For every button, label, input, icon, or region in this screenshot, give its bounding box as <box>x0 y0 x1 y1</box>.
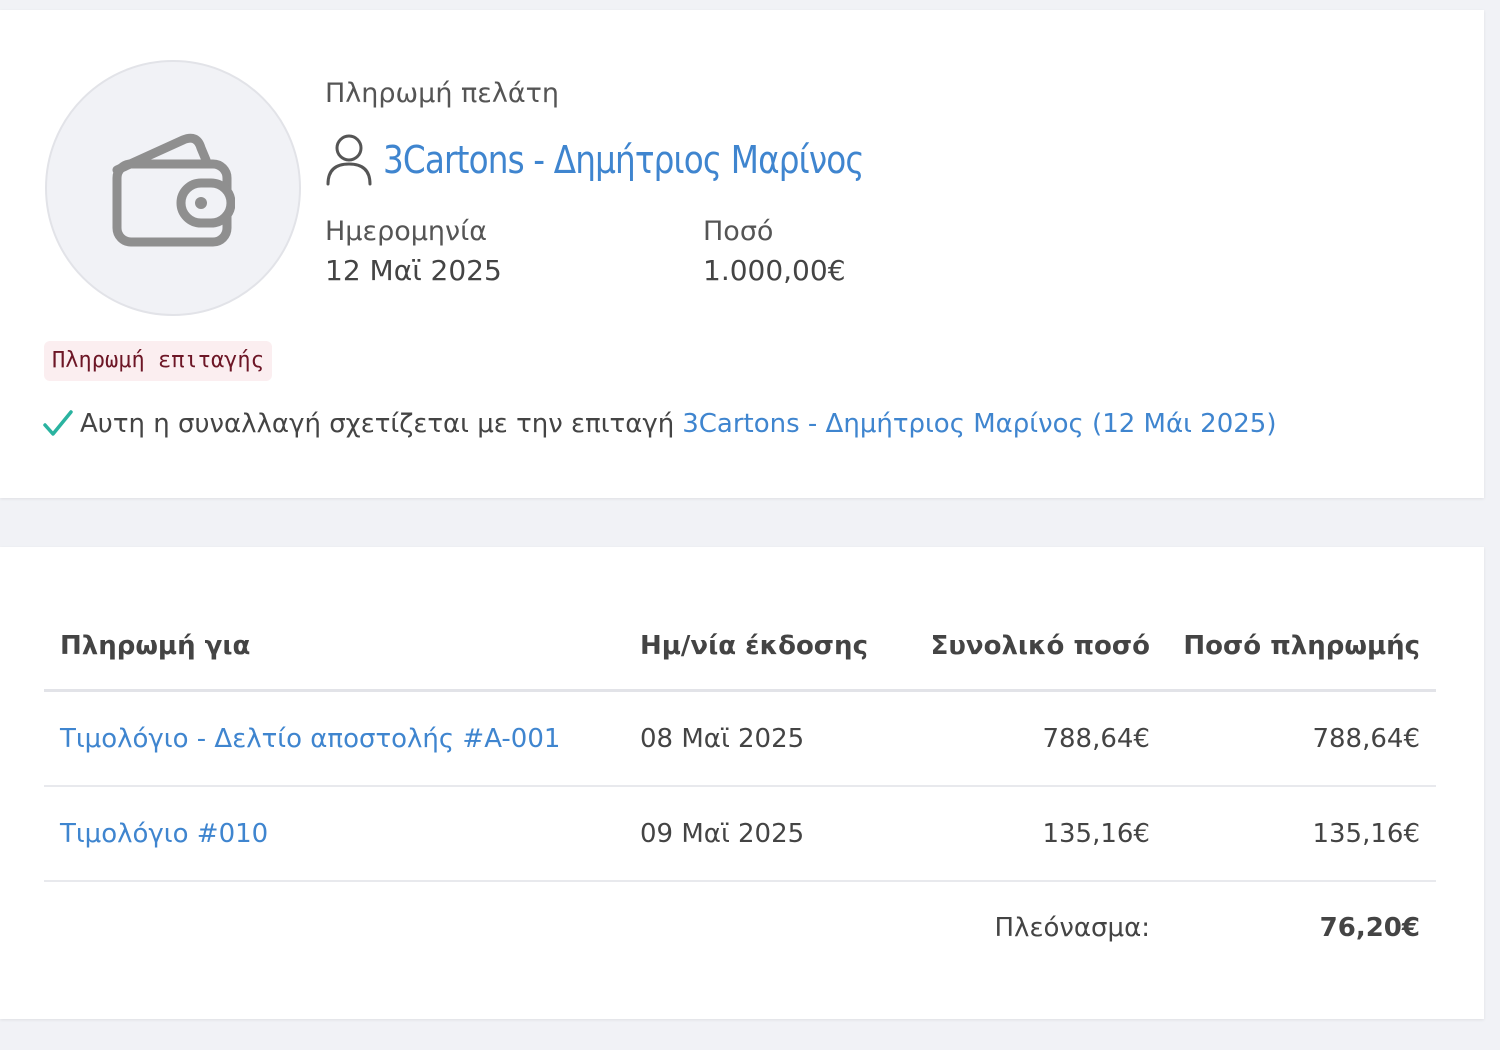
table-row: Τιμολόγιο - Δελτίο αποστολής #A-001 08 Μ… <box>44 690 1436 787</box>
surplus-value: 76,20€ <box>1319 913 1420 943</box>
payment-avatar <box>45 60 301 316</box>
user-icon <box>326 134 372 186</box>
column-header-issue-date: Ημ/νία έκδοσης <box>624 602 884 692</box>
table-row: Τιμολόγιο #010 09 Μαϊ 2025 135,16€ 135,1… <box>44 786 1436 882</box>
relation-line: Αυτη η συναλλαγή σχετίζεται με την επιτα… <box>42 408 1277 440</box>
column-header-payment-for: Πληρωμή για <box>44 602 624 692</box>
payment-allocation-card: Πληρωμή για Ημ/νία έκδοσης Συνολικό ποσό… <box>0 547 1484 1019</box>
column-header-payment-amount: Ποσό πληρωμής <box>1165 602 1436 692</box>
payment-type-label: Πληρωμή πελάτη <box>325 78 560 109</box>
payment-amount-cell: 788,64€ <box>1165 690 1436 787</box>
issue-date-cell: 08 Μαϊ 2025 <box>624 690 884 787</box>
column-header-total-amount: Συνολικό ποσό <box>883 602 1166 692</box>
relation-text: Αυτη η συναλλαγή σχετίζεται με την επιτα… <box>80 409 675 439</box>
table-header-row: Πληρωμή για Ημ/νία έκδοσης Συνολικό ποσό… <box>44 602 1436 692</box>
invoice-link[interactable]: Τιμολόγιο #010 <box>60 819 268 849</box>
wallet-icon <box>112 133 235 247</box>
customer-link[interactable]: 3Cartons - Δημήτριος Μαρίνος <box>383 138 865 182</box>
document-cell: Τιμολόγιο #010 <box>44 786 624 882</box>
surplus-row: Πλεόνασμα: 76,20€ <box>44 881 1436 974</box>
empty-cell <box>44 881 624 974</box>
payment-allocation-table: Πληρωμή για Ημ/νία έκδοσης Συνολικό ποσό… <box>44 602 1436 974</box>
payment-method-badge: Πληρωμή επιταγής <box>44 341 272 381</box>
invoice-link[interactable]: Τιμολόγιο - Δελτίο αποστολής #A-001 <box>60 724 560 754</box>
payment-summary-card: Πληρωμή πελάτη 3Cartons - Δημήτριος Μαρί… <box>0 10 1484 498</box>
amount-label: Ποσό <box>703 216 774 247</box>
check-icon <box>43 410 73 436</box>
total-amount-cell: 135,16€ <box>883 786 1166 882</box>
date-label: Ημερομηνία <box>325 216 488 247</box>
customer-line: 3Cartons - Δημήτριος Μαρίνος <box>325 128 942 192</box>
total-amount-cell: 788,64€ <box>883 690 1166 787</box>
issue-date-cell: 09 Μαϊ 2025 <box>624 786 884 882</box>
payment-amount-cell: 135,16€ <box>1165 786 1436 882</box>
document-cell: Τιμολόγιο - Δελτίο αποστολής #A-001 <box>44 690 624 787</box>
empty-cell <box>624 881 884 974</box>
date-value: 12 Μαϊ 2025 <box>325 254 502 287</box>
amount-value: 1.000,00€ <box>703 254 846 287</box>
cheque-link[interactable]: 3Cartons - Δημήτριος Μαρίνος (12 Μάι 202… <box>682 409 1276 439</box>
surplus-label: Πλεόνασμα: <box>994 913 1150 943</box>
